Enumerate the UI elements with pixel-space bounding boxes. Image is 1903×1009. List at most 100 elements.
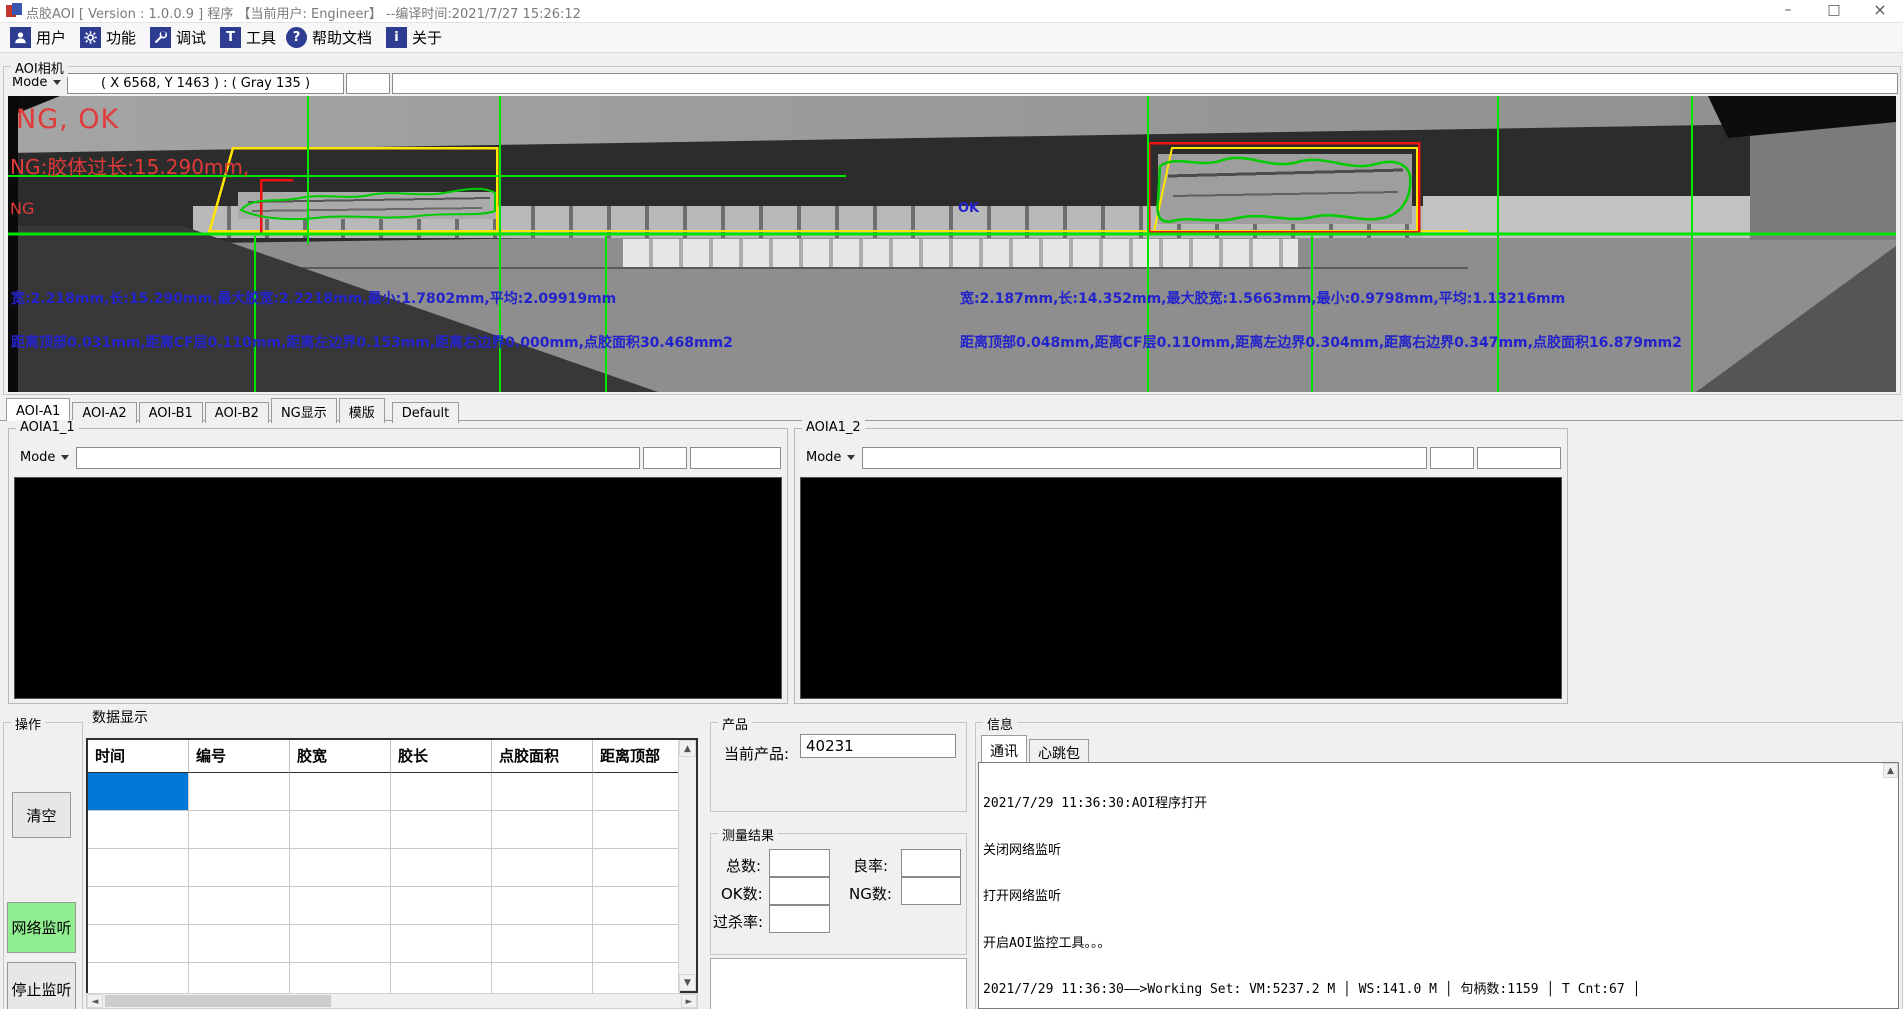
aoia1-2-label: AOIA1_2 (802, 420, 865, 435)
table-horizontal-scrollbar[interactable]: ◄ ► (86, 993, 698, 1009)
scroll-right-icon[interactable]: ► (681, 994, 697, 1008)
menu-item-tools[interactable]: T 工具 (216, 25, 280, 50)
selected-cell[interactable] (88, 773, 189, 811)
ng-count-label: NG数: (849, 883, 892, 904)
help-icon: ? (286, 27, 307, 48)
log-line: 打开网络监听 (983, 889, 1640, 905)
right-measure-line2: 距离顶部0.048mm,距离CF层0.110mm,距离左边界0.304mm,距离… (960, 332, 1682, 352)
camera-field-small[interactable] (346, 73, 390, 94)
operation-label: 操作 (11, 714, 45, 733)
menu-item-user[interactable]: 用户 (6, 25, 70, 50)
aoia1-2-mode-dropdown[interactable]: Mode (806, 450, 855, 465)
tools-icon: T (220, 27, 241, 48)
current-product-label: 当前产品: (724, 743, 789, 764)
camera-image[interactable]: NG, OK NG:胶体过长:15.290mm, NG OK 宽:2.218mm… (8, 96, 1896, 392)
table-row[interactable] (88, 887, 680, 925)
tab-comm[interactable]: 通讯 (981, 735, 1027, 764)
log-scroll-up-icon[interactable]: ▲ (1883, 763, 1898, 778)
chevron-down-icon (847, 455, 855, 460)
notes-box (710, 958, 967, 1009)
maximize-button[interactable]: □ (1811, 0, 1857, 22)
app-window: 点胶AOI [ Version : 1.0.0.9 ] 程序 【当前用户: En… (0, 0, 1903, 1009)
main-tabstrip: AOI-A1AOI-A2AOI-B1AOI-B2NG显示模版 Default (0, 396, 1903, 421)
tab-aoi-b1[interactable]: AOI-B1 (139, 402, 203, 423)
aoia1-2-image[interactable] (800, 477, 1562, 699)
inspection-status-text: NG, OK (16, 104, 119, 135)
menu-item-help[interactable]: ? 帮助文档 (282, 25, 376, 50)
table-row[interactable] (88, 773, 680, 811)
about-icon: i (386, 27, 407, 48)
tab-aoi-a2[interactable]: AOI-A2 (72, 402, 136, 423)
total-label: 总数: (726, 855, 761, 876)
menu-bar: 用户 功能 调试 T 工具 ? 帮助文档 i 关于 (0, 23, 1903, 53)
ng-reason-text: NG:胶体过长:15.290mm, (10, 151, 249, 180)
table-vertical-scrollbar[interactable]: ▲ ▼ (678, 740, 696, 991)
menu-item-debug[interactable]: 调试 (146, 25, 210, 50)
ok-count-box (769, 877, 830, 905)
table-row[interactable] (88, 849, 680, 887)
mode-label: Mode (20, 450, 55, 465)
current-product-input[interactable] (800, 734, 956, 758)
tab-default[interactable]: Default (392, 402, 460, 423)
data-table[interactable]: 时间 编号 胶宽 胶长 点胶面积 距离顶部 ▲ ▼ (86, 738, 698, 993)
app-icon (6, 3, 22, 19)
network-listen-button[interactable]: 网络监听 (7, 902, 76, 953)
clear-button[interactable]: 清空 (12, 792, 71, 838)
tab-aoi-a1[interactable]: AOI-A1 (6, 398, 70, 421)
info-label: 信息 (983, 714, 1017, 733)
mode-label: Mode (806, 450, 841, 465)
tab-template[interactable]: 模版 (339, 398, 385, 423)
mode-label: Mode (12, 75, 47, 90)
menu-label: 调试 (176, 27, 206, 48)
column-header[interactable]: 距离顶部 (593, 740, 680, 773)
scroll-up-icon[interactable]: ▲ (679, 740, 696, 757)
scroll-left-icon[interactable]: ◄ (87, 994, 103, 1008)
tab-ng-display[interactable]: NG显示 (271, 398, 337, 423)
overkill-label: 过杀率: (713, 911, 763, 932)
scroll-down-icon[interactable]: ▼ (679, 974, 696, 991)
chevron-down-icon (53, 80, 61, 85)
aoia1-2-field-3[interactable] (1477, 447, 1561, 469)
column-header[interactable]: 胶长 (391, 740, 492, 773)
aoia1-1-image[interactable] (14, 477, 782, 699)
menu-item-function[interactable]: 功能 (76, 25, 140, 50)
left-measure-line1: 宽:2.218mm,长:15.290mm,最大胶宽:2.2218mm,最小:1.… (11, 288, 616, 308)
aoia1-1-field-1[interactable] (76, 447, 640, 469)
minimize-button[interactable]: – (1765, 0, 1811, 22)
menu-label: 帮助文档 (312, 27, 372, 48)
aoia1-2-field-2[interactable] (1430, 447, 1474, 469)
data-display-label: 数据显示 (92, 707, 148, 727)
ng-label-text: NG (10, 199, 34, 218)
log-line: 2021/7/29 11:36:30——>Working Set: VM:523… (983, 982, 1640, 998)
stop-listen-button[interactable]: 停止监听 (7, 962, 76, 1009)
table-row[interactable] (88, 811, 680, 849)
ok-count-label: OK数: (721, 883, 763, 904)
column-header[interactable]: 编号 (189, 740, 290, 773)
menu-label: 工具 (246, 27, 276, 48)
table-row[interactable] (88, 925, 680, 963)
aoia1-1-field-2[interactable] (643, 447, 687, 469)
results-label: 测量结果 (718, 825, 778, 844)
camera-mode-dropdown[interactable]: Mode (12, 75, 61, 90)
scrollbar-thumb[interactable] (105, 995, 331, 1007)
camera-field-wide[interactable] (392, 73, 1898, 94)
column-header[interactable]: 时间 (88, 740, 189, 773)
camera-group-label: AOI相机 (11, 58, 68, 77)
table-header-row: 时间 编号 胶宽 胶长 点胶面积 距离顶部 (88, 740, 680, 773)
menu-item-about[interactable]: i 关于 (382, 25, 446, 50)
chevron-down-icon (61, 455, 69, 460)
comm-log[interactable]: 2021/7/29 11:36:30:AOI程序打开 关闭网络监听 打开网络监听… (978, 762, 1899, 1009)
wrench-icon (150, 27, 171, 48)
column-header[interactable]: 胶宽 (290, 740, 391, 773)
yield-label: 良率: (853, 855, 888, 876)
aoia1-1-field-3[interactable] (690, 447, 781, 469)
overkill-box (769, 905, 830, 933)
close-button[interactable]: × (1857, 0, 1903, 22)
info-tabstrip: 通讯心跳包 (979, 735, 1089, 762)
tab-aoi-b2[interactable]: AOI-B2 (205, 402, 269, 423)
aoia1-1-mode-dropdown[interactable]: Mode (20, 450, 69, 465)
aoia1-2-field-1[interactable] (862, 447, 1427, 469)
gear-icon (80, 27, 101, 48)
ok-label-text: OK (958, 201, 979, 216)
column-header[interactable]: 点胶面积 (492, 740, 593, 773)
